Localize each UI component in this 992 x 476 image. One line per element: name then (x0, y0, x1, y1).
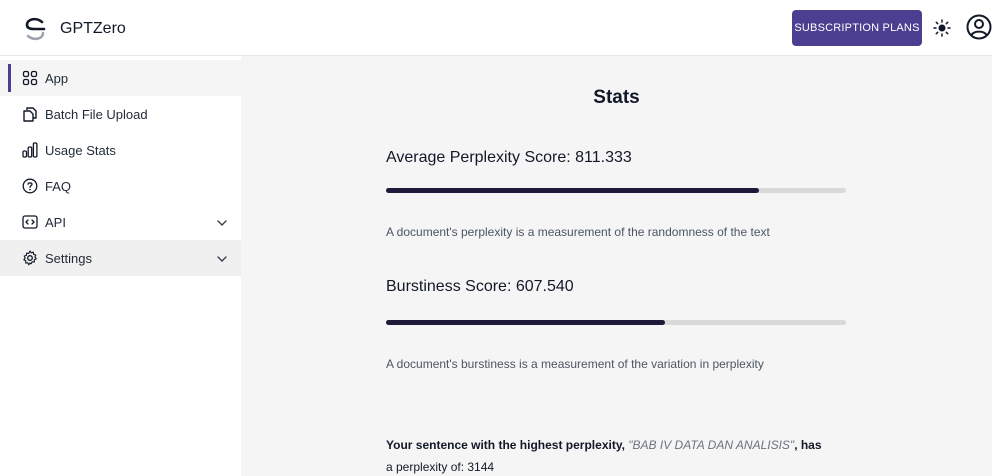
highest-perplexity-sentence: Your sentence with the highest perplexit… (386, 434, 856, 476)
gear-icon (23, 250, 37, 266)
burstiness-description: A document's burstiness is a measurement… (386, 357, 764, 371)
sidebar-item-label: Settings (45, 250, 92, 266)
perplexity-description: A document's perplexity is a measurement… (386, 225, 770, 239)
perplexity-score-label: Average Perplexity Score: 811.333 (386, 149, 632, 166)
user-circle-icon[interactable] (966, 14, 992, 40)
highest-suffix: a perplexity of: (386, 460, 468, 474)
sidebar-item-app[interactable]: App (0, 60, 241, 96)
sidebar-item-faq[interactable]: FAQ (0, 168, 241, 204)
sidebar-item-label: Batch File Upload (45, 106, 148, 122)
sidebar-item-label: FAQ (45, 178, 72, 194)
perplexity-progress-bar (386, 188, 846, 193)
brand[interactable]: GPTZero (22, 16, 126, 42)
burstiness-score-label: Burstiness Score: 607.540 (386, 278, 574, 295)
chevron-down-icon[interactable] (216, 253, 228, 265)
top-bar: GPTZero SUBSCRIPTION PLANS (0, 0, 992, 56)
code-icon (22, 215, 38, 229)
highest-prefix: Your sentence with the highest perplexit… (386, 438, 629, 452)
burstiness-progress-bar (386, 320, 846, 325)
sidebar-item-label: App (45, 70, 69, 86)
sidebar-item-settings[interactable]: Settings (0, 240, 241, 276)
bar-chart-icon (22, 142, 38, 158)
subscription-plans-button[interactable]: SUBSCRIPTION PLANS (792, 10, 922, 46)
highest-middle: , has (794, 438, 822, 452)
files-icon (23, 107, 37, 122)
chevron-down-icon[interactable] (216, 217, 228, 229)
stats-panel: Stats Average Perplexity Score: 811.333 … (241, 56, 992, 476)
sidebar-item-label: Usage Stats (45, 142, 116, 158)
perplexity-progress-fill (386, 188, 759, 193)
highest-value: 3144 (467, 460, 495, 474)
sidebar-item-api[interactable]: API (0, 204, 241, 240)
brand-name: GPTZero (60, 20, 126, 37)
gptzero-logo-icon (25, 17, 46, 41)
grid-icon (22, 70, 38, 86)
sidebar: App Batch File Upload Usage Stats FAQ AP… (0, 56, 241, 476)
sidebar-item-label: API (45, 214, 66, 230)
burstiness-progress-fill (386, 320, 666, 325)
question-circle-icon (22, 178, 38, 194)
sun-icon[interactable] (933, 19, 951, 37)
sidebar-item-usage-stats[interactable]: Usage Stats (0, 132, 241, 168)
highest-sentence-quote: "BAB IV DATA DAN ANALISIS" (628, 438, 795, 452)
sidebar-item-batch-file-upload[interactable]: Batch File Upload (0, 96, 241, 132)
page-title: Stats (593, 87, 640, 108)
